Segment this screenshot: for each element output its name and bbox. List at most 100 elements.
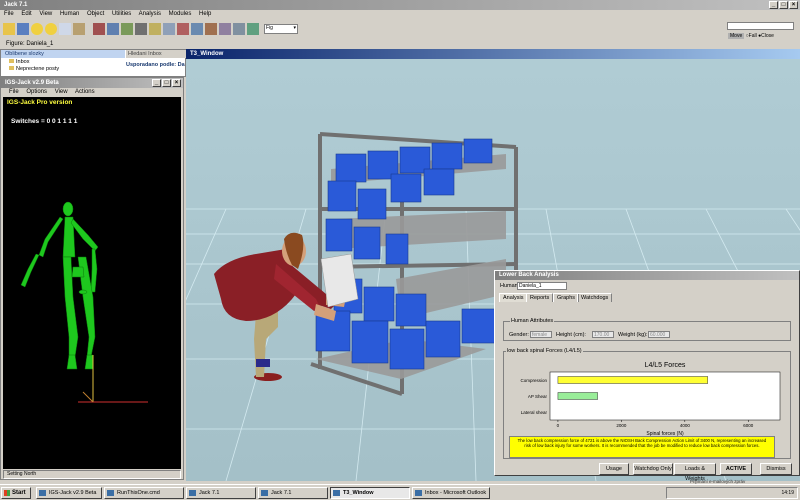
outlook-item-inbox[interactable]: Inbox xyxy=(9,59,29,65)
copy-icon[interactable] xyxy=(59,23,71,35)
stick-figure-graphic xyxy=(20,201,148,403)
igs-title: IGS-Jack v2.9 Beta xyxy=(5,80,59,86)
light-icon[interactable] xyxy=(149,23,161,35)
human-select-value: Daniela_1 xyxy=(519,283,542,289)
analysis-tabs: Analysis Reports Graphs Watchdogs xyxy=(499,293,799,303)
height-label: Height (cm): xyxy=(556,332,586,338)
figure-dropdown-value: Fig xyxy=(266,25,273,31)
folder-icon xyxy=(9,66,14,70)
outlook-item-unread[interactable]: Neprectene posty xyxy=(9,66,59,72)
menu-human[interactable]: Human xyxy=(60,11,79,17)
spinal-forces-chart: L4/L5 Forces Compression AP Shear Lateral s… xyxy=(520,362,781,437)
task-igs-jack[interactable]: IGS-Jack v2.9 Beta xyxy=(36,487,102,499)
bulb-icon[interactable] xyxy=(45,23,57,35)
menu-view[interactable]: View xyxy=(39,11,52,17)
analysis-title: Lower Back Analysis xyxy=(499,272,559,278)
loads-weights-button[interactable]: Loads & Weights xyxy=(674,463,716,482)
radio-move[interactable]: Move xyxy=(728,33,745,39)
dismiss-button[interactable]: Dismiss xyxy=(760,463,792,475)
niosh-warning: The low back compression force of 4721 i… xyxy=(509,436,775,458)
minimize-icon[interactable]: _ xyxy=(152,79,161,87)
outlook-item-inbox-label: Inbox xyxy=(16,59,30,65)
tab-reports[interactable]: Reports xyxy=(526,293,554,302)
tab-analysis[interactable]: Analysis xyxy=(499,293,528,302)
save-icon[interactable] xyxy=(17,23,29,35)
gender-label: Gender: xyxy=(509,332,529,338)
chart-category-label: Lateral shear xyxy=(521,410,548,415)
menu-analysis[interactable]: Analysis xyxy=(139,11,161,17)
constraint-icon[interactable] xyxy=(233,23,245,35)
jack-search-input[interactable] xyxy=(727,22,794,30)
paste-icon[interactable] xyxy=(73,23,85,35)
tray-notification: Přijímání e-mailových zpráv xyxy=(690,479,746,484)
igs-status-text: Setting North xyxy=(7,471,37,477)
close-icon[interactable]: × xyxy=(789,1,798,9)
grid-icon[interactable] xyxy=(163,23,175,35)
chart-title: L4/L5 Forces xyxy=(645,362,686,369)
spinal-forces-title: low back spinal Forces (L4/L5) xyxy=(506,348,583,354)
folder-icon xyxy=(9,59,14,63)
human-select[interactable]: Daniela_1 xyxy=(517,282,567,290)
start-label: Start xyxy=(12,490,26,496)
igs-menu-view[interactable]: View xyxy=(55,89,68,95)
analysis-title-bar: Lower Back Analysis xyxy=(495,271,799,280)
watchdog-only-button[interactable]: Watchdog Only xyxy=(633,463,673,475)
igs-canvas[interactable]: IGS-Jack Pro version Switches = 0 0 1 1 … xyxy=(3,97,181,469)
maximize-icon[interactable]: □ xyxy=(779,1,788,9)
outlook-arrange-label[interactable]: Usporadano podle: Da xyxy=(126,62,187,68)
open-folder-icon[interactable] xyxy=(3,23,15,35)
task-outlook[interactable]: Inbox - Microsoft Outlook xyxy=(412,487,490,499)
height-field[interactable]: 170.00 xyxy=(592,331,614,338)
igs-menu-options[interactable]: Options xyxy=(26,89,47,95)
move-icon[interactable] xyxy=(107,23,119,35)
menu-edit[interactable]: Edit xyxy=(21,11,31,17)
chart-bar xyxy=(557,376,708,384)
minimize-icon[interactable]: _ xyxy=(769,1,778,9)
view-icon[interactable] xyxy=(191,23,203,35)
usage-button[interactable]: Usage xyxy=(599,463,629,475)
menu-help[interactable]: Help xyxy=(199,11,211,17)
menu-file[interactable]: File xyxy=(4,11,14,17)
tab-watchdogs[interactable]: Watchdogs xyxy=(577,293,613,302)
task-t3-window[interactable]: T3_Window xyxy=(330,487,410,499)
reach-icon[interactable] xyxy=(205,23,217,35)
menu-object[interactable]: Object xyxy=(87,11,104,17)
gender-field[interactable]: female xyxy=(530,331,552,338)
rotate-icon[interactable] xyxy=(121,23,133,35)
viewport-title-bar: T3_Window xyxy=(186,49,800,59)
igs-window: IGS-Jack v2.9 Beta _ □ × File Options View… xyxy=(0,77,184,480)
radio-fall[interactable]: Fall xyxy=(749,33,757,39)
task-jack-1[interactable]: Jack 7.1 xyxy=(186,487,256,499)
active-button[interactable]: ACTIVE xyxy=(720,463,752,475)
human-figure-icon[interactable] xyxy=(93,23,105,35)
menu-utilities[interactable]: Utilities xyxy=(112,11,131,17)
camera-icon[interactable] xyxy=(135,23,147,35)
outlook-folders-header: Oblibene slozky xyxy=(1,50,125,58)
clock: 14:19 xyxy=(781,490,794,496)
human-label: Human xyxy=(500,283,518,289)
outlook-search-header: Hledani Inbox xyxy=(126,50,187,58)
igs-status-bar: Setting North xyxy=(3,470,181,479)
tab-graphs[interactable]: Graphs xyxy=(553,293,580,302)
figure-icon[interactable] xyxy=(177,23,189,35)
posture-icon[interactable] xyxy=(219,23,231,35)
maximize-icon[interactable]: □ xyxy=(162,79,171,87)
jack-toolbar: Fig ▾ xyxy=(2,20,332,38)
start-button[interactable]: Start xyxy=(1,487,31,499)
bulb-icon[interactable] xyxy=(31,23,43,35)
radio-close[interactable]: Close xyxy=(761,33,774,39)
menu-modules[interactable]: Modules xyxy=(169,11,192,17)
task-runthisone[interactable]: RunThisOne.cmd xyxy=(104,487,184,499)
task-jack-2[interactable]: Jack 7.1 xyxy=(258,487,328,499)
chart-tick-label: 6000 xyxy=(743,423,754,428)
weight-field[interactable]: 60.000 xyxy=(648,331,670,338)
outlook-item-unread-label: Neprectene posty xyxy=(16,66,60,72)
igs-title-bar: IGS-Jack v2.9 Beta _ □ × xyxy=(1,78,183,88)
figure-dropdown[interactable]: Fig ▾ xyxy=(264,24,298,34)
close-icon[interactable]: × xyxy=(172,79,181,87)
igs-menu-file[interactable]: File xyxy=(9,89,19,95)
height-value: 170.00 xyxy=(594,332,610,338)
igs-menu-actions[interactable]: Actions xyxy=(75,89,95,95)
weight-label: Weight (kg): xyxy=(618,332,648,338)
animation-icon[interactable] xyxy=(247,23,259,35)
